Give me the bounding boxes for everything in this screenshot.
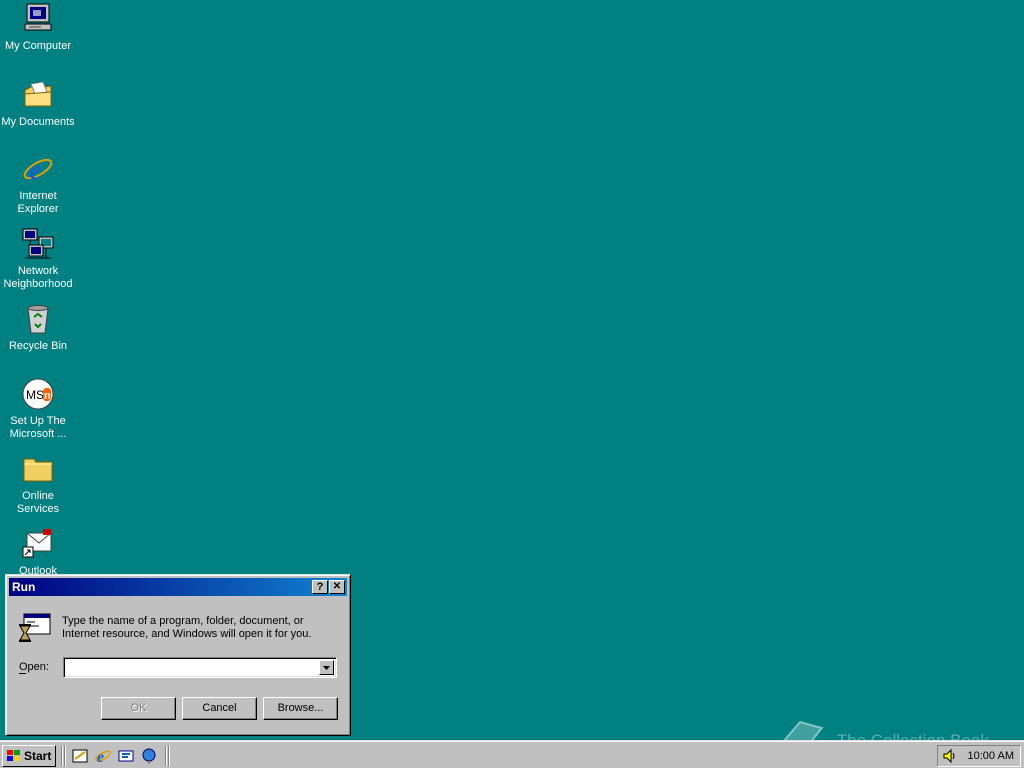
desktop-icon-label: Internet Explorer <box>17 190 59 215</box>
chevron-down-icon <box>323 666 330 670</box>
msn-icon: MS n <box>21 377 55 411</box>
desktop-icon-outlook[interactable]: Outlook <box>0 527 76 578</box>
taskbar-separator <box>165 746 167 766</box>
desktop-icon-online-services[interactable]: Online Services <box>0 452 76 516</box>
taskbar-separator <box>61 746 63 766</box>
view-channels-icon[interactable] <box>117 747 135 765</box>
show-desktop-icon[interactable] <box>71 747 89 765</box>
desktop-icon-msn-setup[interactable]: MS n Set Up The Microsoft ... <box>0 377 76 441</box>
desktop-icon-label: Network Neighborhood <box>3 265 73 290</box>
folder-documents-icon <box>21 78 55 112</box>
open-combobox[interactable] <box>63 657 337 678</box>
recycle-bin-icon <box>21 302 55 336</box>
system-tray: 10:00 AM <box>937 745 1021 767</box>
run-description: Type the name of a program, folder, docu… <box>62 615 312 640</box>
run-dialog-titlebar[interactable]: Run ? ✕ <box>9 578 347 596</box>
outlook-express-icon[interactable] <box>140 747 158 765</box>
desktop-icon-label: Set Up The Microsoft ... <box>9 415 67 440</box>
open-label-accelerator <box>19 673 26 674</box>
clock[interactable]: 10:00 AM <box>968 750 1014 762</box>
desktop-icon-my-documents[interactable]: My Documents <box>0 78 76 129</box>
open-label-text: Open: <box>19 661 49 673</box>
network-computers-icon <box>21 227 55 261</box>
open-label: Open: <box>19 661 49 673</box>
taskbar-separator <box>168 746 170 766</box>
internet-explorer-icon[interactable]: e <box>94 747 112 766</box>
run-dialog-title: Run <box>12 580 36 594</box>
desktop-icon-network-neighborhood[interactable]: Network Neighborhood <box>0 227 76 291</box>
taskbar-separator <box>64 746 66 766</box>
computer-icon <box>21 2 55 36</box>
svg-text:n: n <box>44 390 51 402</box>
help-button[interactable]: ? <box>312 580 328 594</box>
windows-logo-icon <box>7 750 20 761</box>
desktop-icon-my-computer[interactable]: My Computer <box>0 2 76 53</box>
browse-button[interactable]: Browse... <box>263 697 338 720</box>
svg-text:MS: MS <box>26 388 44 402</box>
desktop-icon-label: Recycle Bin <box>8 340 68 352</box>
outlook-icon <box>21 527 55 561</box>
cancel-button[interactable]: Cancel <box>182 697 257 720</box>
folder-icon <box>21 452 55 486</box>
run-program-icon <box>18 612 52 646</box>
internet-explorer-icon: e <box>21 152 55 186</box>
close-button[interactable]: ✕ <box>329 580 345 594</box>
taskbar: Start e 10:00 AM <box>0 740 1024 768</box>
run-dialog: Run ? ✕ Type the name of a program, fold… <box>5 574 351 736</box>
desktop-icon-label: My Computer <box>4 40 72 52</box>
start-button[interactable]: Start <box>2 745 56 767</box>
desktop-icon-internet-explorer[interactable]: e Internet Explorer <box>0 152 76 216</box>
svg-text:e: e <box>97 749 104 765</box>
open-input[interactable] <box>67 660 317 675</box>
ok-button[interactable]: OK <box>101 697 176 720</box>
desktop-icon-label: My Documents <box>1 116 75 128</box>
desktop-icon-label: Online Services <box>16 490 60 515</box>
open-dropdown-button[interactable] <box>319 660 334 675</box>
volume-icon[interactable] <box>942 748 958 764</box>
start-label: Start <box>24 749 52 763</box>
desktop-icon-recycle-bin[interactable]: Recycle Bin <box>0 302 76 353</box>
svg-text:e: e <box>29 155 41 186</box>
